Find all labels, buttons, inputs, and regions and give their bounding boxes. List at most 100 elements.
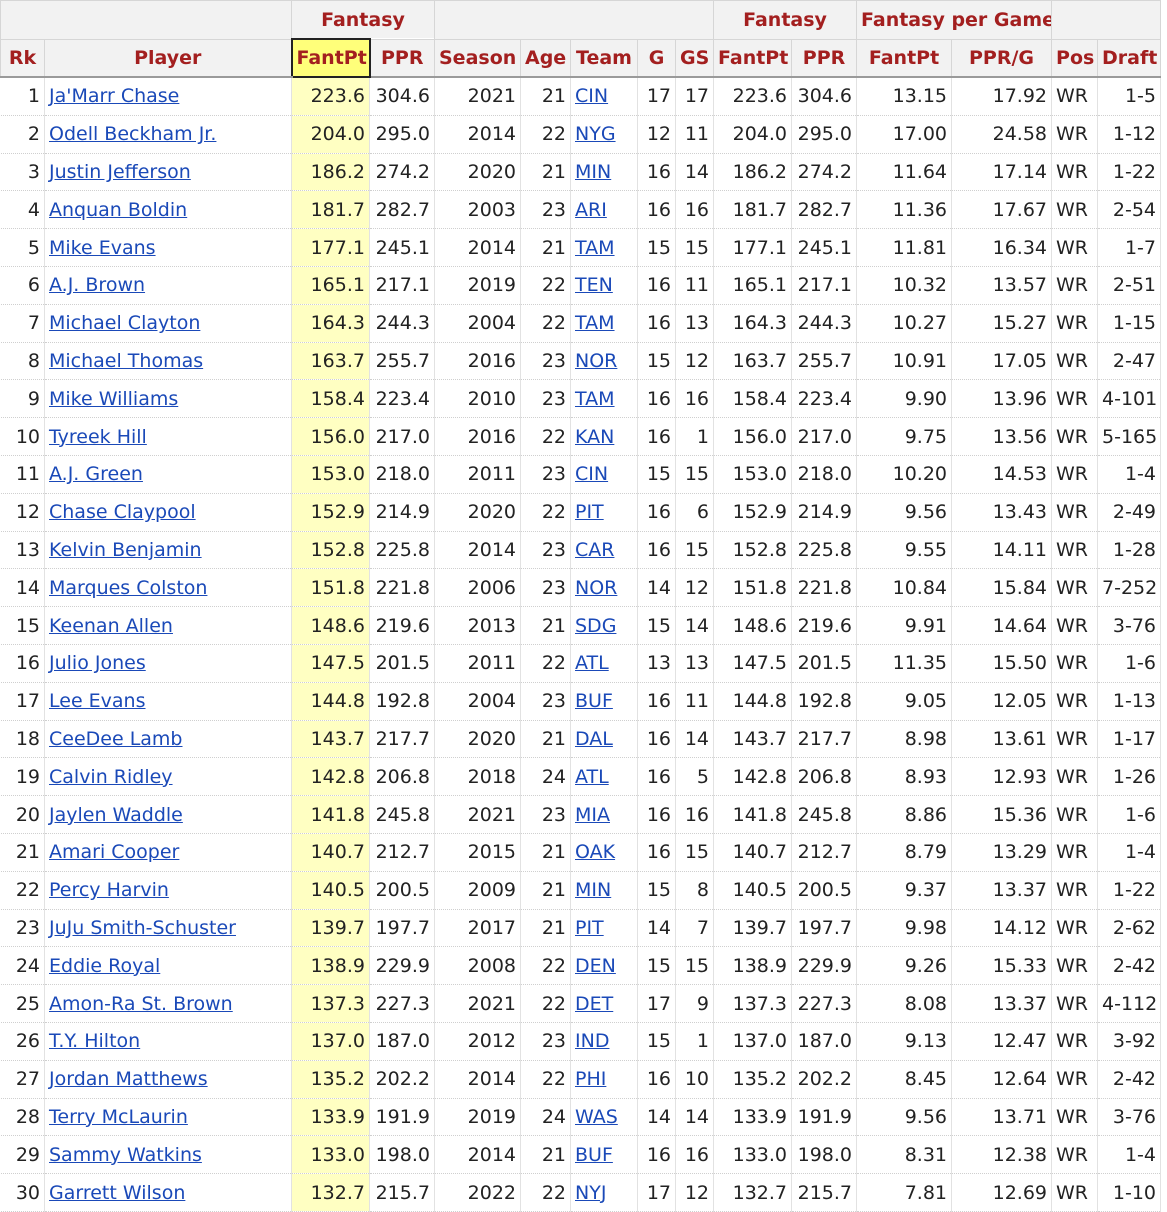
team-link[interactable]: CIN — [575, 85, 608, 107]
team-link[interactable]: SDG — [575, 615, 616, 637]
player-link[interactable]: Jordan Matthews — [49, 1068, 208, 1090]
column-header-g[interactable]: G — [637, 38, 676, 78]
player-link[interactable]: T.Y. Hilton — [49, 1030, 140, 1052]
column-header-gs[interactable]: GS — [674, 38, 715, 78]
cell-age: 22 — [520, 115, 571, 154]
player-link[interactable]: Michael Thomas — [49, 350, 203, 372]
player-link[interactable]: Sammy Watkins — [49, 1144, 202, 1166]
cell-ppr: 219.6 — [369, 606, 435, 645]
team-link[interactable]: IND — [575, 1030, 609, 1052]
team-link[interactable]: NOR — [575, 577, 617, 599]
table-row: 19 Calvin Ridley 142.8 206.8 2018 24 ATL 16 5 142… — [0, 757, 1162, 797]
cell-ppr-per-game: 13.56 — [951, 417, 1053, 456]
column-header-draft[interactable]: Draft — [1097, 38, 1162, 78]
cell-rk: 14 — [0, 568, 45, 608]
team-link[interactable]: PHI — [575, 1068, 606, 1090]
team-link[interactable]: NOR — [575, 350, 617, 372]
player-link[interactable]: Julio Jones — [49, 652, 146, 674]
cell-draft: 2-51 — [1097, 266, 1162, 305]
team-link[interactable]: DET — [575, 993, 613, 1015]
cell-fantpt-2: 164.3 — [713, 304, 793, 343]
team-link[interactable]: CAR — [575, 539, 614, 561]
team-link[interactable]: ATL — [575, 652, 609, 674]
table-row: 8 Michael Thomas 163.7 255.7 2016 23 NOR 15 12 16… — [0, 342, 1162, 381]
column-header-pos[interactable]: Pos — [1051, 38, 1099, 78]
player-link[interactable]: Justin Jefferson — [49, 161, 191, 183]
team-link[interactable]: NYG — [575, 123, 616, 145]
cell-fantpt-per-game: 8.93 — [856, 757, 953, 797]
team-link[interactable]: MIA — [575, 804, 610, 826]
team-link[interactable]: KAN — [575, 426, 614, 448]
table-row: 16 Julio Jones 147.5 201.5 2011 22 ATL 13 13 147.… — [0, 644, 1162, 683]
player-link[interactable]: Marques Colston — [49, 577, 207, 599]
column-header-age[interactable]: Age — [520, 38, 571, 78]
team-link[interactable]: DAL — [575, 728, 613, 750]
team-link[interactable]: BUF — [575, 690, 613, 712]
column-header-ppr-per-game[interactable]: PPR/G — [951, 38, 1053, 78]
team-link[interactable]: TAM — [575, 312, 615, 334]
player-link[interactable]: JuJu Smith-Schuster — [49, 917, 236, 939]
column-header-fantpt-2[interactable]: FantPt — [713, 38, 793, 78]
player-link[interactable]: Odell Beckham Jr. — [49, 123, 216, 145]
player-link[interactable]: Eddie Royal — [49, 955, 160, 977]
player-link[interactable]: Chase Claypool — [49, 501, 196, 523]
column-header-ppr-2[interactable]: PPR — [791, 38, 858, 78]
column-header-ppr[interactable]: PPR — [369, 38, 435, 78]
cell-player: Ja'Marr Chase — [44, 77, 292, 116]
player-link[interactable]: Jaylen Waddle — [49, 804, 183, 826]
team-link[interactable]: DEN — [575, 955, 616, 977]
cell-team: ATL — [570, 644, 638, 683]
column-header-fantpt[interactable]: FantPt — [290, 38, 371, 78]
team-link[interactable]: PIT — [575, 501, 604, 523]
team-link[interactable]: ARI — [575, 199, 607, 221]
player-link[interactable]: Kelvin Benjamin — [49, 539, 202, 561]
player-link[interactable]: Amon-Ra St. Brown — [49, 993, 233, 1015]
player-link[interactable]: A.J. Brown — [49, 274, 145, 296]
player-link[interactable]: Garrett Wilson — [49, 1182, 185, 1204]
team-link[interactable]: NYJ — [575, 1182, 606, 1204]
team-link[interactable]: OAK — [575, 841, 615, 863]
column-header-player[interactable]: Player — [44, 38, 292, 78]
player-link[interactable]: Terry McLaurin — [49, 1106, 188, 1128]
cell-draft: 2-49 — [1097, 493, 1162, 532]
cell-draft: 4-101 — [1097, 379, 1162, 419]
team-link[interactable]: ATL — [575, 766, 609, 788]
cell-pos: WR — [1051, 795, 1099, 834]
player-link[interactable]: A.J. Green — [49, 463, 143, 485]
player-link[interactable]: Calvin Ridley — [49, 766, 173, 788]
team-link[interactable]: TAM — [575, 237, 615, 259]
player-link[interactable]: CeeDee Lamb — [49, 728, 183, 750]
team-link[interactable]: CIN — [575, 463, 608, 485]
team-link[interactable]: BUF — [575, 1144, 613, 1166]
player-link[interactable]: Percy Harvin — [49, 879, 169, 901]
cell-age: 23 — [520, 682, 571, 721]
cell-gs: 14 — [675, 606, 715, 645]
cell-age: 22 — [520, 946, 571, 986]
team-link[interactable]: MIN — [575, 879, 611, 901]
player-link[interactable]: Amari Cooper — [49, 841, 179, 863]
player-link[interactable]: Tyreek Hill — [49, 426, 147, 448]
player-link[interactable]: Mike Evans — [49, 237, 156, 259]
cell-team: PIT — [570, 909, 638, 948]
column-header-season[interactable]: Season — [434, 38, 521, 78]
cell-ppr-2: 187.0 — [791, 1022, 858, 1061]
team-link[interactable]: TEN — [575, 274, 613, 296]
table-row: 4 Anquan Boldin 181.7 282.7 2003 23 ARI 16 16 181… — [0, 190, 1162, 230]
cell-season: 2021 — [434, 795, 521, 834]
team-link[interactable]: WAS — [575, 1106, 618, 1128]
team-link[interactable]: MIN — [575, 161, 611, 183]
player-link[interactable]: Mike Williams — [49, 388, 178, 410]
column-header-rk[interactable]: Rk — [0, 38, 45, 78]
player-link[interactable]: Keenan Allen — [49, 615, 173, 637]
player-link[interactable]: Anquan Boldin — [49, 199, 187, 221]
cell-player: Anquan Boldin — [44, 190, 292, 230]
player-link[interactable]: Michael Clayton — [49, 312, 200, 334]
cell-team: CIN — [570, 455, 638, 494]
team-link[interactable]: TAM — [575, 388, 615, 410]
team-link[interactable]: PIT — [575, 917, 604, 939]
column-header-team[interactable]: Team — [570, 38, 638, 78]
player-link[interactable]: Lee Evans — [49, 690, 146, 712]
column-header-fantpt-per-game[interactable]: FantPt — [856, 38, 953, 78]
cell-rk: 24 — [0, 946, 45, 986]
player-link[interactable]: Ja'Marr Chase — [49, 85, 179, 107]
